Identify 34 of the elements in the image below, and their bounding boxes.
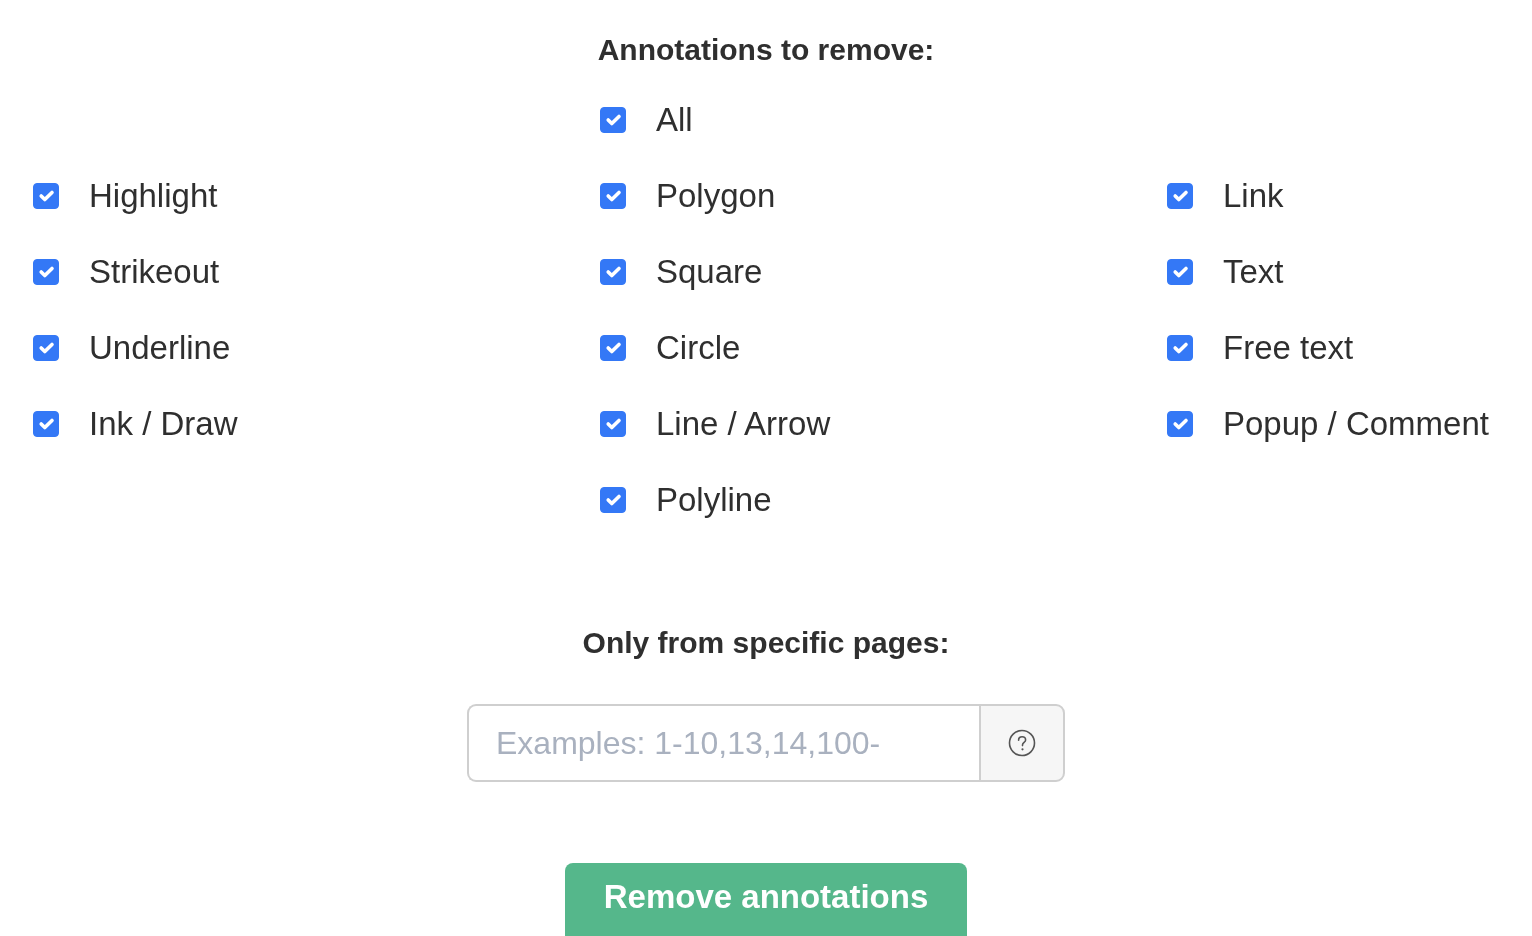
checkbox-label: Circle <box>656 328 741 368</box>
checkbox-label: All <box>656 100 693 140</box>
checkbox[interactable] <box>1167 335 1193 361</box>
checkbox-label: Polygon <box>656 176 776 216</box>
checkbox[interactable] <box>1167 411 1193 437</box>
checkbox-label: Strikeout <box>89 252 220 292</box>
checkbox[interactable] <box>600 183 626 209</box>
checkbox[interactable] <box>600 487 626 513</box>
section-heading: Only from specific pages: <box>581 625 951 661</box>
checkbox-label: Link <box>1223 176 1284 216</box>
checkbox-label: Highlight <box>89 176 218 216</box>
help-icon <box>1008 729 1036 757</box>
checkbox[interactable] <box>1167 259 1193 285</box>
checkbox[interactable] <box>600 107 626 133</box>
checkbox-label: Ink / Draw <box>89 404 238 444</box>
checkbox[interactable] <box>33 183 59 209</box>
checkbox[interactable] <box>1167 183 1193 209</box>
section-heading: Annotations to remove: <box>596 32 936 68</box>
checkbox[interactable] <box>33 259 59 285</box>
checkbox[interactable] <box>600 411 626 437</box>
help-button[interactable] <box>979 704 1065 782</box>
checkbox[interactable] <box>33 411 59 437</box>
checkbox-label: Free text <box>1223 328 1354 368</box>
checkbox-label: Popup / Comment <box>1223 404 1489 444</box>
remove-annotations-button[interactable]: Remove annotations <box>565 863 967 936</box>
checkbox[interactable] <box>600 335 626 361</box>
checkbox[interactable] <box>33 335 59 361</box>
checkbox-label: Polyline <box>656 480 772 520</box>
pages-input-field[interactable]: Examples: 1-10,13,14,100- <box>467 704 980 782</box>
checkbox-label: Line / Arrow <box>656 404 831 444</box>
checkbox-label: Text <box>1223 252 1284 292</box>
checkbox-label: Square <box>656 252 763 292</box>
checkbox[interactable] <box>600 259 626 285</box>
checkbox-label: Underline <box>89 328 231 368</box>
